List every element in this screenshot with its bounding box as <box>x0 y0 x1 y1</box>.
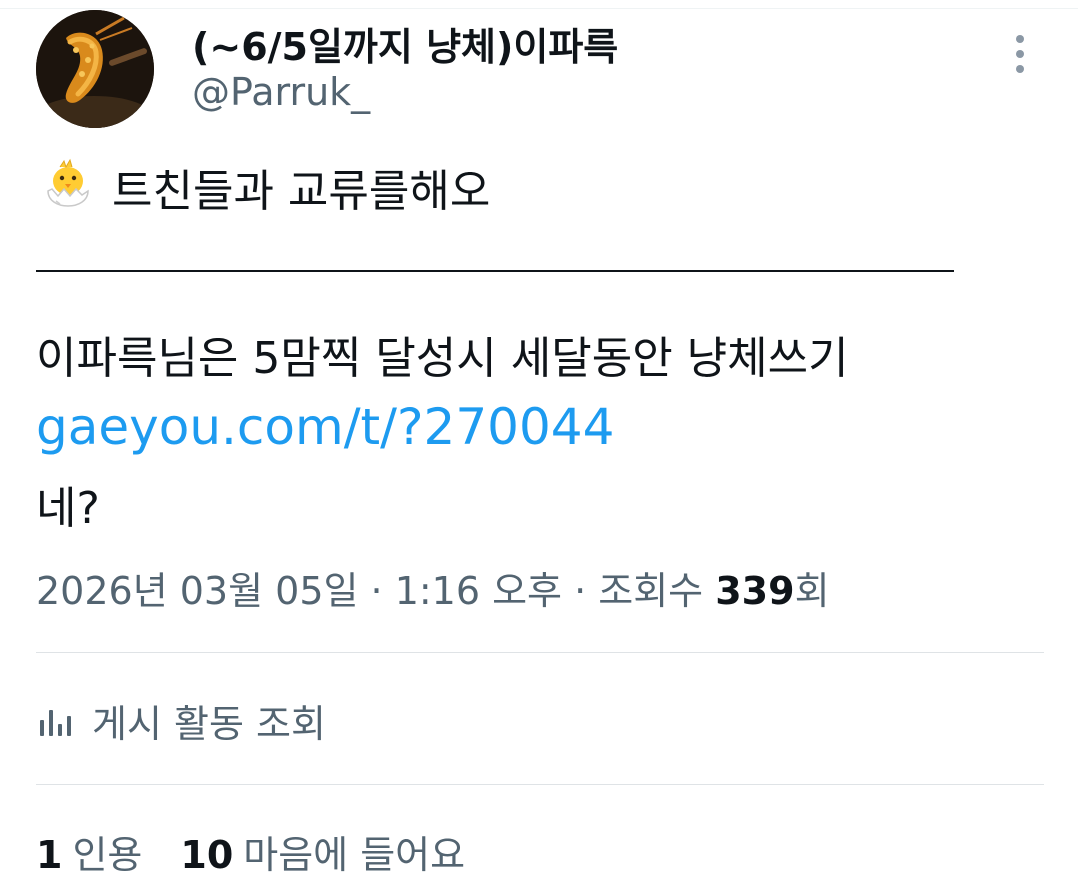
top-divider <box>0 8 1078 9</box>
quotes-label: 인용 <box>72 833 143 877</box>
section-divider <box>36 652 1044 653</box>
post-text-line: 이파륵님은 5맘찍 달성시 세달동안 냥체쓰기 <box>36 333 849 384</box>
bar-chart-icon <box>40 710 71 736</box>
fried-shrimp-avatar-image <box>36 10 154 128</box>
quotes-count: 1 <box>36 833 63 877</box>
bio-text: 트친들과 교류를해오 <box>112 166 491 217</box>
quotes-stat[interactable]: 1 인용 <box>36 824 142 879</box>
post-activity-label: 게시 활동 조회 <box>92 701 326 746</box>
more-dot-icon <box>1016 65 1024 73</box>
section-divider <box>36 784 1044 785</box>
post-text-line: 네? <box>36 483 100 534</box>
more-dot-icon <box>1016 35 1024 43</box>
bio-line: 트친들과 교류를해오 <box>38 154 490 220</box>
display-name[interactable]: (~6/5일까지 냥체)이파륵 <box>192 16 618 71</box>
post-link[interactable]: gaeyou.com/t/?270044 <box>36 398 614 456</box>
post-meta: 2026년 03월 05일 · 1:16 오후 · 조회수 339회 <box>36 560 830 615</box>
engagement-stats: 1 인용 10 마음에 들어요 <box>36 824 465 879</box>
hatching-chick-icon <box>47 158 89 207</box>
likes-stat[interactable]: 10 마음에 들어요 <box>180 824 465 879</box>
likes-label: 마음에 들어요 <box>243 833 466 877</box>
avatar[interactable] <box>36 10 154 128</box>
likes-count: 10 <box>180 833 234 877</box>
more-dot-icon <box>1016 50 1024 58</box>
post-activity-button[interactable]: 게시 활동 조회 <box>36 690 326 750</box>
views-count: 339 <box>715 569 795 613</box>
more-options-button[interactable] <box>1002 32 1038 76</box>
user-handle[interactable]: @Parruk_ <box>192 70 370 114</box>
post-timestamp[interactable]: 2026년 03월 05일 · 1:16 오후 · 조회수 <box>36 569 715 613</box>
text-divider-line <box>36 270 954 272</box>
views-suffix: 회 <box>794 569 830 613</box>
